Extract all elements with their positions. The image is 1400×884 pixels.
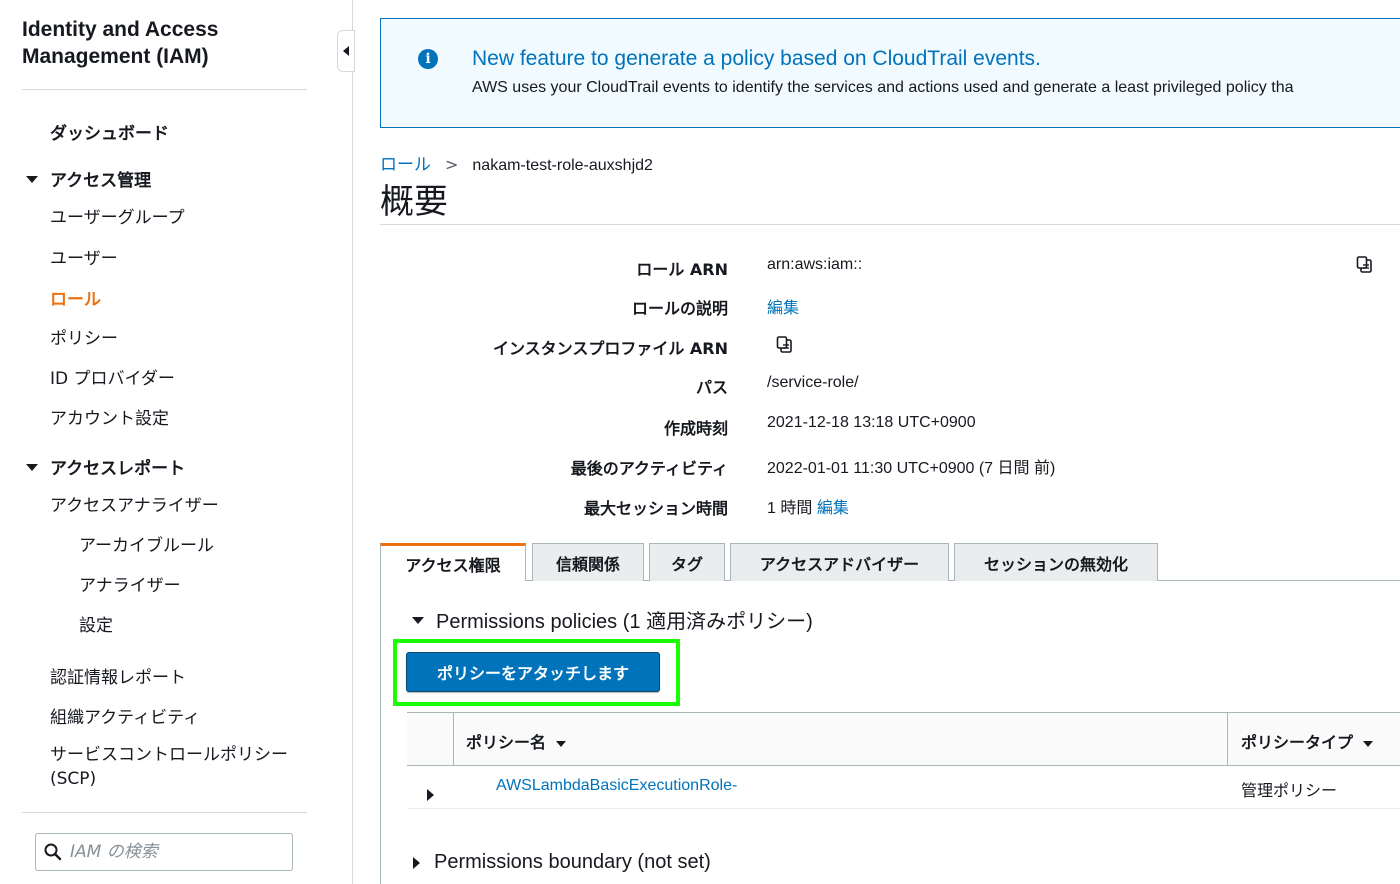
- created-time-value: 2021-12-18 13:18 UTC+0900: [767, 414, 976, 431]
- copy-icon[interactable]: [775, 335, 795, 355]
- column-header-policy-name[interactable]: ポリシー名: [466, 729, 567, 753]
- breadcrumb-roles-link[interactable]: ロール: [380, 155, 431, 175]
- permissions-policies-title: Permissions policies (1 適用済みポリシー): [436, 611, 813, 633]
- section-label: アクセスレポート: [50, 459, 186, 479]
- sidebar-border: [352, 0, 353, 884]
- breadcrumb-current: nakam-test-role-auxshjd2: [472, 157, 653, 174]
- last-activity-value: 2022-01-01 11:30 UTC+0900 (7 日間 前): [767, 460, 1056, 477]
- policy-type-cell: 管理ポリシー: [1241, 781, 1338, 800]
- banner-title[interactable]: New feature to generate a policy based o…: [472, 47, 1041, 71]
- sort-caret-icon: [1363, 740, 1374, 747]
- copy-icon[interactable]: [1355, 255, 1375, 275]
- page-title: 概要: [380, 182, 448, 222]
- sidebar-divider: [22, 89, 307, 90]
- max-session-duration-label: 最大セッション時間: [583, 499, 728, 518]
- sidebar-section-access-management[interactable]: アクセス管理: [26, 166, 151, 191]
- role-description-label: ロールの説明: [631, 299, 728, 318]
- row-divider: [407, 808, 1400, 809]
- column-separator: [1227, 712, 1228, 766]
- max-session-edit-link[interactable]: 編集: [817, 500, 849, 517]
- tab-revoke-sessions[interactable]: セッションの無効化: [954, 543, 1158, 581]
- breadcrumb: ロール > nakam-test-role-auxshjd2: [380, 150, 653, 175]
- instance-profile-arn-label: インスタンスプロファイル ARN: [492, 339, 728, 358]
- path-label: パス: [695, 378, 728, 397]
- sidebar-item-identity-providers[interactable]: ID プロバイダー: [50, 364, 175, 389]
- sidebar-item-policies[interactable]: ポリシー: [50, 324, 118, 349]
- sidebar-item-dashboard[interactable]: ダッシュボード: [50, 119, 169, 144]
- breadcrumb-separator-icon: >: [445, 155, 459, 174]
- info-banner: i New feature to generate a policy based…: [380, 18, 1400, 128]
- tab-access-advisor[interactable]: アクセスアドバイザー: [730, 543, 949, 581]
- title-divider: [380, 224, 1400, 225]
- tab-trust-relationships[interactable]: 信頼関係: [532, 543, 644, 581]
- column-header-label: ポリシータイプ: [1241, 733, 1354, 752]
- sidebar-item-analyzer-settings[interactable]: 設定: [79, 611, 113, 636]
- sidebar-item-credential-report[interactable]: 認証情報レポート: [50, 663, 186, 688]
- sidebar-item-roles[interactable]: ロール: [50, 285, 101, 310]
- permissions-boundary-title: Permissions boundary (not set): [434, 851, 711, 873]
- max-session-duration-value: 1 時間: [767, 500, 813, 517]
- sort-caret-icon: [556, 740, 567, 747]
- caret-down-icon: [412, 617, 424, 625]
- caret-down-icon: [26, 175, 38, 183]
- sidebar-item-access-analyzer[interactable]: アクセスアナライザー: [50, 491, 219, 516]
- sidebar-item-users[interactable]: ユーザー: [50, 244, 118, 269]
- role-arn-label: ロール ARN: [636, 260, 728, 279]
- permissions-boundary-toggle[interactable]: Permissions boundary (not set): [413, 851, 711, 874]
- chevron-left-icon: [343, 46, 349, 56]
- iam-search-input[interactable]: [68, 841, 292, 863]
- sidebar-item-account-settings[interactable]: アカウント設定: [50, 404, 169, 429]
- collapse-sidebar-button[interactable]: [337, 30, 355, 72]
- sidebar-divider: [22, 812, 307, 813]
- sidebar-item-analyzers[interactable]: アナライザー: [79, 571, 181, 596]
- sidebar-section-access-reports[interactable]: アクセスレポート: [26, 454, 185, 479]
- caret-right-icon: [427, 788, 434, 801]
- caret-down-icon: [26, 463, 38, 471]
- sidebar-item-user-groups[interactable]: ユーザーグループ: [50, 203, 185, 228]
- sidebar-item-scp[interactable]: サービスコントロールポリシー (SCP): [50, 743, 310, 791]
- app-title[interactable]: Identity and Access Management (IAM): [22, 16, 322, 70]
- max-session-duration: 1 時間 編集: [767, 494, 849, 518]
- column-separator: [453, 712, 454, 766]
- column-header-policy-type[interactable]: ポリシータイプ: [1241, 729, 1374, 753]
- policy-name-link[interactable]: AWSLambdaBasicExecutionRole-: [496, 777, 737, 795]
- last-activity-label: 最後のアクティビティ: [570, 459, 728, 478]
- banner-body: AWS uses your CloudTrail events to ident…: [472, 79, 1294, 96]
- search-icon: [44, 843, 62, 861]
- role-arn-value: arn:aws:iam::: [767, 256, 863, 273]
- sidebar: Identity and Access Management (IAM) ダッシ…: [0, 0, 352, 884]
- attach-policy-button[interactable]: ポリシーをアタッチします: [406, 652, 660, 692]
- section-label: アクセス管理: [50, 171, 152, 191]
- sidebar-item-archive-rules[interactable]: アーカイブルール: [79, 531, 214, 556]
- path-value: /service-role/: [767, 374, 859, 391]
- row-expand-icon[interactable]: [427, 784, 434, 803]
- caret-right-icon: [413, 856, 420, 869]
- tab-tags[interactable]: タグ: [649, 543, 725, 581]
- role-description-edit-link[interactable]: 編集: [767, 294, 799, 318]
- panel-border: [380, 580, 381, 884]
- iam-search-box[interactable]: [35, 833, 293, 871]
- created-time-label: 作成時刻: [663, 419, 728, 438]
- column-header-label: ポリシー名: [466, 733, 547, 752]
- info-icon: i: [418, 49, 438, 69]
- permissions-policies-toggle[interactable]: Permissions policies (1 適用済みポリシー): [412, 605, 813, 634]
- tab-permissions[interactable]: アクセス権限: [380, 543, 526, 581]
- sidebar-item-organization-activity[interactable]: 組織アクティビティ: [50, 703, 200, 728]
